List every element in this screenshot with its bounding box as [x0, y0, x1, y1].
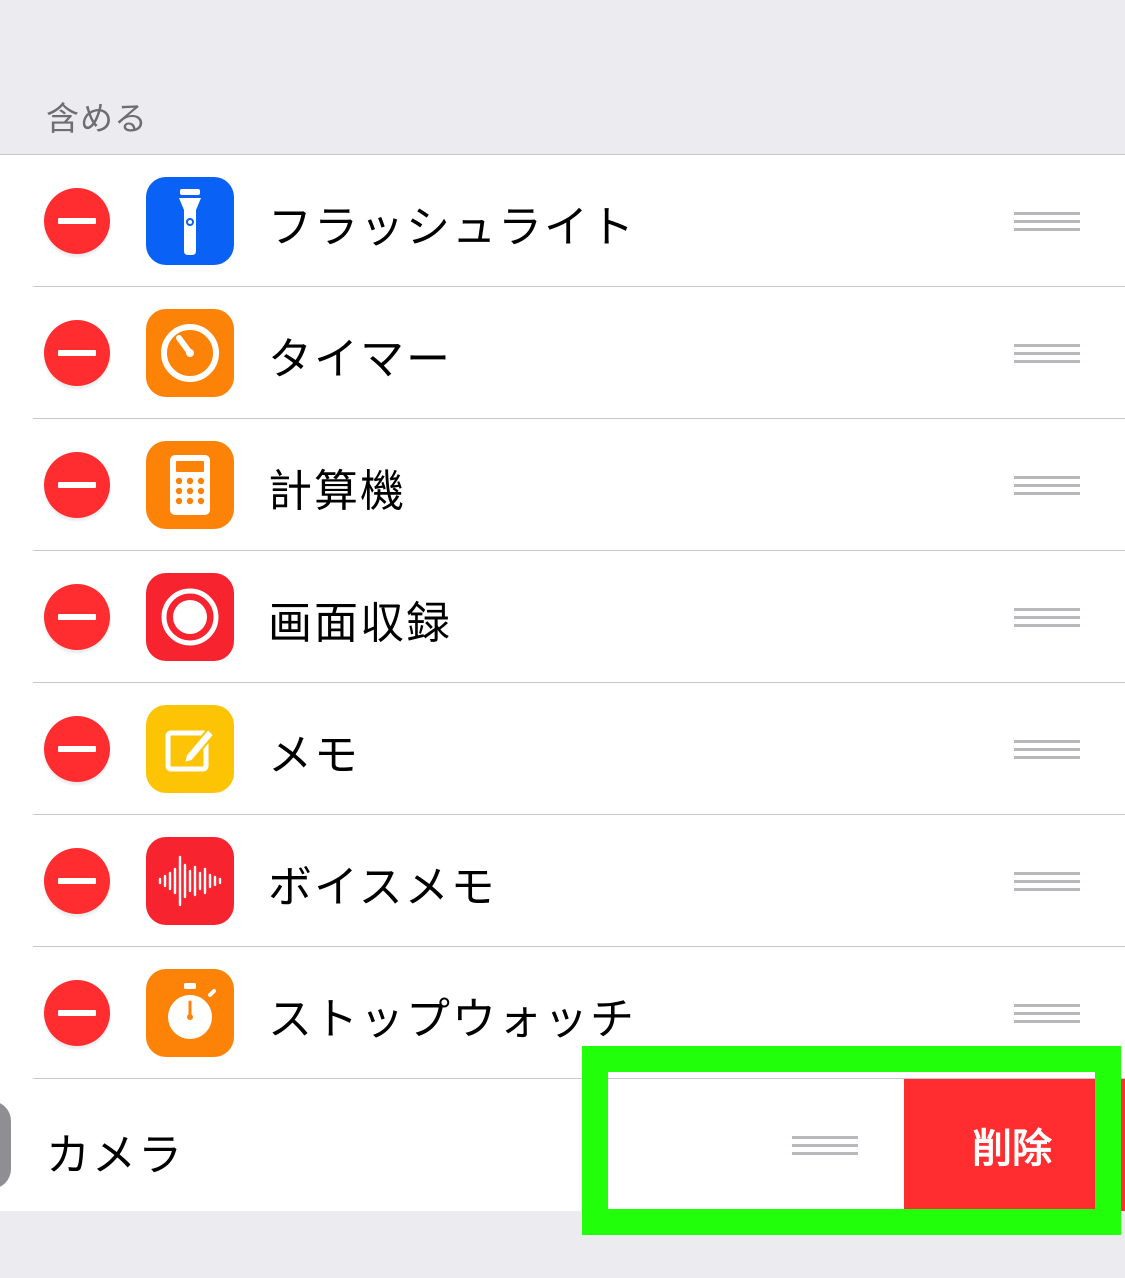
list-item-timer: タイマー — [0, 287, 1125, 419]
camera-icon — [0, 1101, 11, 1189]
remove-button[interactable] — [44, 848, 110, 914]
item-label: 画面収録 — [268, 598, 452, 649]
remove-button[interactable] — [44, 452, 110, 518]
reorder-handle-icon[interactable] — [1014, 1004, 1080, 1024]
reorder-handle-icon[interactable] — [1014, 872, 1080, 892]
list-item-notes: メモ — [0, 683, 1125, 815]
remove-button[interactable] — [44, 320, 110, 386]
included-controls-list: フラッシュライト タイマー 計算機 画面収録 メモ ボイスメモ ストップウォッチ… — [0, 154, 1125, 1211]
screen-recording-icon — [146, 573, 234, 661]
reorder-handle-icon[interactable] — [1014, 740, 1080, 760]
list-item-voice-memos: ボイスメモ — [0, 815, 1125, 947]
list-item-stopwatch: ストップウォッチ — [0, 947, 1125, 1079]
list-item-flashlight: フラッシュライト — [0, 155, 1125, 287]
list-item-camera[interactable]: カメラ 削除 — [0, 1079, 1125, 1211]
list-item-calculator: 計算機 — [0, 419, 1125, 551]
stopwatch-icon — [146, 969, 234, 1057]
remove-button[interactable] — [44, 188, 110, 254]
reorder-handle-icon[interactable] — [1014, 608, 1080, 628]
item-label: 計算機 — [268, 466, 406, 517]
calculator-icon — [146, 441, 234, 529]
item-label: メモ — [268, 730, 360, 781]
item-label: ボイスメモ — [268, 862, 497, 913]
reorder-handle-icon[interactable] — [1014, 212, 1080, 232]
remove-button[interactable] — [44, 716, 110, 782]
reorder-handle-icon[interactable] — [792, 1136, 858, 1156]
remove-button[interactable] — [44, 980, 110, 1046]
item-label: タイマー — [268, 334, 452, 385]
delete-button[interactable]: 削除 — [904, 1079, 1125, 1211]
flashlight-icon — [146, 177, 234, 265]
timer-icon — [146, 309, 234, 397]
item-label: カメラ — [46, 1130, 184, 1181]
reorder-handle-icon[interactable] — [1014, 476, 1080, 496]
list-item-screen-recording: 画面収録 — [0, 551, 1125, 683]
section-header: 含める — [46, 99, 148, 138]
item-label: ストップウォッチ — [268, 994, 636, 1045]
reorder-handle-icon[interactable] — [1014, 344, 1080, 364]
voice-memos-icon — [146, 837, 234, 925]
notes-icon — [146, 705, 234, 793]
item-label: フラッシュライト — [268, 202, 636, 253]
remove-button[interactable] — [44, 584, 110, 650]
